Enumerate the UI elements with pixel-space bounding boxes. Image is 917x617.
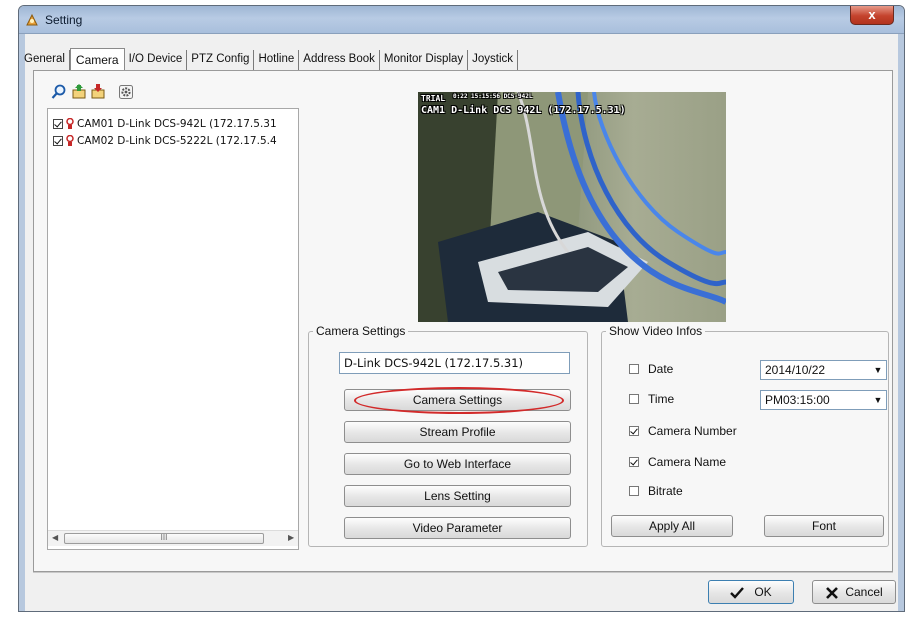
camera-checkbox[interactable] <box>53 135 63 146</box>
camera-name-field[interactable]: D-Link DCS-942L (172.17.5.31) <box>339 352 570 374</box>
chevron-down-icon[interactable]: ▼ <box>870 361 886 379</box>
date-label: Date <box>648 362 674 376</box>
camera-name-label: Camera Name <box>648 455 727 469</box>
tree-horizontal-scrollbar[interactable]: ◀ III ▶ <box>48 530 298 546</box>
scroll-left-icon[interactable]: ◀ <box>52 533 58 542</box>
scrollbar-grip: III <box>160 533 168 542</box>
font-button[interactable]: Font <box>764 515 884 537</box>
camera-number-option[interactable]: Camera Number <box>629 424 737 438</box>
tab-general[interactable]: General <box>24 50 70 70</box>
camera-item-label: CAM02 D-Link DCS-5222L (172.17.5.4 <box>77 134 277 147</box>
time-value: PM03:15:00 <box>765 393 830 407</box>
tab-io-device[interactable]: I/O Device <box>125 50 188 70</box>
camera-number-label: Camera Number <box>648 424 737 438</box>
date-value: 2014/10/22 <box>765 363 826 377</box>
search-icon[interactable] <box>51 84 67 100</box>
camera-icon <box>66 117 74 129</box>
time-checkbox[interactable] <box>629 394 639 404</box>
show-video-infos-group-label: Show Video Infos <box>606 324 706 338</box>
osd-camera-name: CAM1 D-Link DCS 942L (172.17.5.31) <box>421 105 626 116</box>
window-title: Setting <box>45 13 83 27</box>
scrollbar-thumb[interactable]: III <box>64 533 264 544</box>
camera-video-frame <box>418 92 726 322</box>
camera-settings-group-label: Camera Settings <box>313 324 409 338</box>
osd-timestamp: 0:22 15:15:56 DCS-942L <box>453 93 533 100</box>
camera-tree[interactable]: CAM01 D-Link DCS-942L (172.17.5.31 CAM02… <box>47 108 299 550</box>
lens-setting-button[interactable]: Lens Setting <box>344 485 571 507</box>
camera-checkbox[interactable] <box>53 118 63 129</box>
video-parameter-button[interactable]: Video Parameter <box>344 517 571 539</box>
date-option[interactable]: Date <box>629 362 673 376</box>
stream-profile-button[interactable]: Stream Profile <box>344 421 571 443</box>
cancel-label: Cancel <box>845 585 883 599</box>
tab-hotline[interactable]: Hotline <box>254 50 300 70</box>
app-icon <box>26 13 38 26</box>
go-to-web-interface-button[interactable]: Go to Web Interface <box>344 453 571 475</box>
time-option[interactable]: Time <box>629 392 674 406</box>
ok-button[interactable]: OK <box>708 580 794 604</box>
apply-all-button[interactable]: Apply All <box>611 515 733 537</box>
tab-joystick[interactable]: Joystick <box>468 50 519 70</box>
camera-name-checkbox[interactable] <box>629 457 639 467</box>
checkmark-icon <box>730 587 745 599</box>
bitrate-option[interactable]: Bitrate <box>629 484 683 498</box>
cancel-button[interactable]: Cancel <box>812 580 896 604</box>
settings-gear-icon[interactable] <box>118 84 134 100</box>
video-preview[interactable]: TRIAL 0:22 15:15:56 DCS-942L CAM1 D-Link… <box>418 92 726 322</box>
tab-ptz-config[interactable]: PTZ Config <box>187 50 255 70</box>
window-border-right <box>898 34 904 611</box>
close-icon: x <box>868 7 876 22</box>
add-camera-icon[interactable] <box>71 84 87 100</box>
camera-number-checkbox[interactable] <box>629 426 639 436</box>
camera-item-label: CAM01 D-Link DCS-942L (172.17.5.31 <box>77 117 277 130</box>
tab-monitor-display[interactable]: Monitor Display <box>380 50 469 70</box>
tab-address-book[interactable]: Address Book <box>299 50 380 70</box>
highlight-annotation <box>354 387 564 414</box>
tab-bar: General Camera I/O Device PTZ Config Hot… <box>24 48 519 70</box>
date-checkbox[interactable] <box>629 364 639 374</box>
camera-item-cam01[interactable]: CAM01 D-Link DCS-942L (172.17.5.31 <box>53 116 277 131</box>
time-dropdown[interactable]: PM03:15:00 ▼ <box>760 390 887 410</box>
tab-camera[interactable]: Camera <box>69 48 125 70</box>
time-label: Time <box>648 392 675 406</box>
title-bar[interactable]: Setting x <box>19 6 904 34</box>
close-button[interactable]: x <box>850 6 894 25</box>
camera-item-cam02[interactable]: CAM02 D-Link DCS-5222L (172.17.5.4 <box>53 133 277 148</box>
date-dropdown[interactable]: 2014/10/22 ▼ <box>760 360 887 380</box>
bitrate-checkbox[interactable] <box>629 486 639 496</box>
remove-camera-icon[interactable] <box>90 84 106 100</box>
window-border-left <box>19 34 25 611</box>
osd-trial: TRIAL <box>421 94 446 103</box>
bitrate-label: Bitrate <box>648 484 683 498</box>
cancel-x-icon <box>826 586 839 599</box>
camera-name-option[interactable]: Camera Name <box>629 455 726 469</box>
footer-divider <box>33 572 893 573</box>
scroll-right-icon[interactable]: ▶ <box>288 533 294 542</box>
ok-label: OK <box>754 585 772 599</box>
camera-icon <box>66 134 74 146</box>
chevron-down-icon[interactable]: ▼ <box>870 391 886 409</box>
